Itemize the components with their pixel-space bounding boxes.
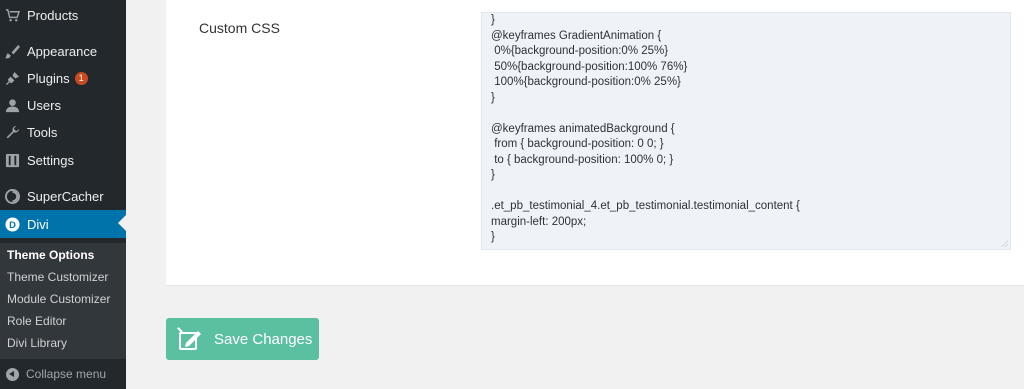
paintbrush-icon	[5, 44, 20, 59]
submenu-item-module-customizer[interactable]: Module Customizer	[7, 292, 110, 306]
update-count-badge: 1	[74, 71, 88, 85]
code-line: 50%{background-position:100% 76%}	[491, 60, 688, 73]
menu-label: Appearance	[27, 43, 98, 59]
menu-label: SuperCacher	[27, 188, 104, 204]
submenu-item-theme-customizer[interactable]: Theme Customizer	[7, 270, 108, 284]
collapse-arrow-icon	[6, 367, 19, 381]
menu-item-plugins[interactable]: Plugins 1	[0, 65, 126, 91]
code-line: }	[491, 91, 495, 104]
code-line: @keyframes GradientAnimation {	[491, 29, 662, 42]
admin-sidebar: Products Appearance Plugins 1 Users Tool…	[0, 0, 126, 389]
menu-item-products[interactable]: Products	[0, 2, 126, 28]
menu-item-supercacher[interactable]: SuperCacher	[0, 183, 126, 209]
code-line: 0%{background-position:0% 25%}	[491, 45, 669, 57]
menu-item-tools[interactable]: Tools	[0, 119, 126, 145]
code-line: .et_pb_testimonial_4.et_pb_testimonial.t…	[491, 200, 800, 212]
submenu-item-theme-options[interactable]: Theme Options	[7, 248, 94, 262]
current-menu-arrow	[118, 215, 126, 231]
menu-item-divi[interactable]: D Divi	[0, 210, 126, 238]
code-line: from { background-position: 0 0; }	[491, 138, 664, 150]
settings-icon	[5, 153, 20, 168]
menu-label: Divi	[27, 216, 49, 232]
cart-icon	[5, 8, 20, 23]
code-line: }	[491, 169, 495, 181]
menu-label: Settings	[27, 152, 74, 168]
menu-label: Users	[27, 97, 61, 113]
plugin-icon	[5, 71, 20, 86]
save-edit-icon	[176, 325, 204, 353]
custom-css-textarea[interactable]: } @keyframes GradientAnimation { 0%{back…	[481, 12, 1011, 250]
code-line: 100%{background-position:0% 25%}	[491, 76, 681, 88]
menu-item-appearance[interactable]: Appearance	[0, 38, 126, 64]
menu-item-users[interactable]: Users	[0, 92, 126, 118]
save-changes-label: Save Changes	[214, 330, 313, 348]
divi-submenu: Theme Options Theme Customizer Module Cu…	[0, 243, 126, 359]
resize-handle-icon[interactable]	[1001, 240, 1008, 247]
supercacher-icon	[5, 188, 20, 204]
code-line: }	[491, 14, 495, 26]
menu-label: Tools	[27, 124, 58, 140]
code-line: }	[491, 231, 495, 243]
custom-css-label: Custom CSS	[199, 20, 280, 36]
wrench-icon	[5, 125, 20, 140]
collapse-menu-label: Collapse menu	[26, 367, 107, 381]
collapse-menu-button[interactable]: Collapse menu	[0, 362, 126, 386]
svg-text:D: D	[9, 219, 16, 229]
submenu-item-role-editor[interactable]: Role Editor	[7, 314, 66, 328]
save-changes-button[interactable]: Save Changes	[166, 318, 319, 360]
code-line: to { background-position: 100% 0; }	[491, 153, 674, 166]
menu-label: Plugins	[27, 70, 70, 86]
code-line: @keyframes animatedBackground {	[491, 122, 675, 135]
divi-icon: D	[5, 216, 20, 232]
submenu-item-divi-library[interactable]: Divi Library	[7, 336, 67, 350]
menu-item-settings[interactable]: Settings	[0, 147, 126, 173]
user-icon	[5, 98, 20, 113]
menu-label: Products	[27, 7, 79, 23]
code-line: margin-left: 200px;	[491, 215, 587, 228]
